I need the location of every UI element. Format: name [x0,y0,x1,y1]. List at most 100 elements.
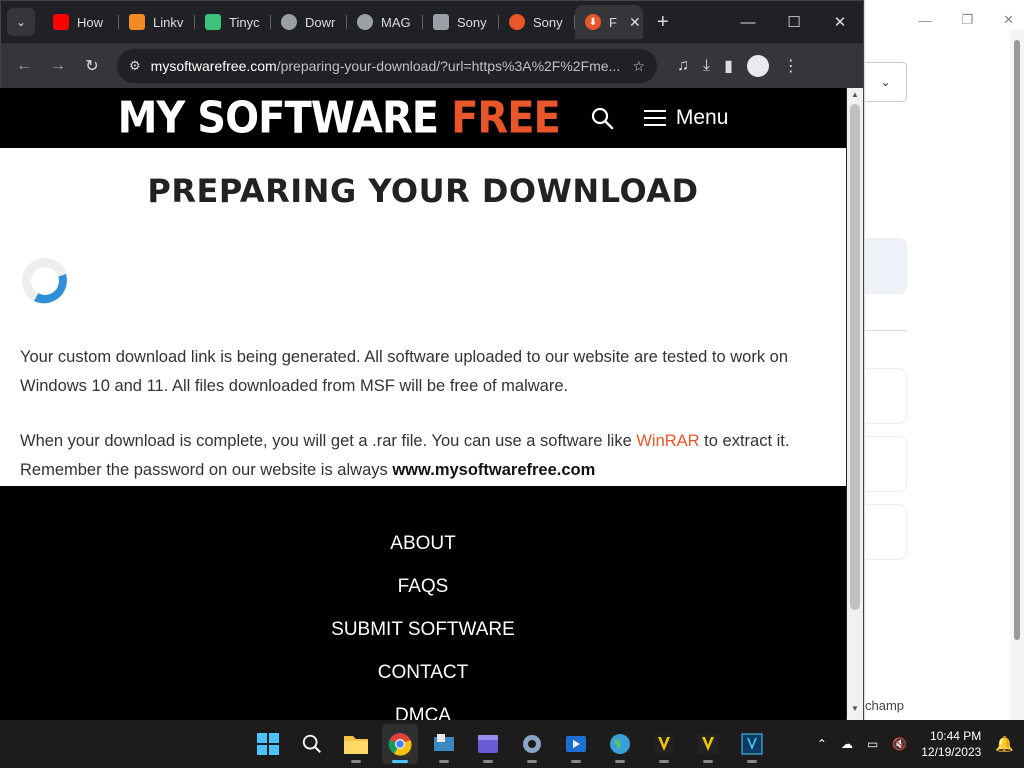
bookmark-star-icon[interactable]: ☆ [632,58,645,75]
browser-toolbar: ← → ↻ ⚙ mysoftwarefree.com/preparing-you… [1,43,863,89]
footer-link[interactable]: DMCA [395,704,451,720]
notification-bell-icon[interactable]: 🔔 [995,735,1014,753]
minimize-button[interactable]: — [725,2,771,42]
clock[interactable]: 10:44 PM 12/19/2023 [921,728,981,760]
tab-search-button[interactable]: ⌄ [7,8,35,36]
tab-item[interactable]: Sony [423,5,499,39]
scrollbar-thumb[interactable] [850,104,860,610]
close-window-button[interactable]: ✕ [817,2,863,42]
globe-icon [357,14,373,30]
loading-spinner-icon [22,258,68,304]
bg-window-titlebar: — ❐ ✕ [865,0,1024,40]
downloads-icon[interactable]: ⤓ [703,57,710,75]
minimize-icon[interactable]: — [918,13,931,28]
footer-link[interactable]: ABOUT [390,532,455,555]
app-video[interactable] [558,724,594,764]
network-icon[interactable]: ▭ [867,737,878,751]
v-app-icon [654,734,674,754]
bg-card [865,436,907,492]
search-icon[interactable] [590,106,614,130]
onedrive-icon[interactable]: ☁ [841,737,853,751]
media-control-icon[interactable]: ♫ [677,57,689,75]
chevron-up-icon[interactable]: ⌃ [817,737,827,751]
back-button[interactable]: ← [9,51,39,81]
info-paragraph: Your custom download link is being gener… [20,348,789,395]
tab-label: Dowr [305,14,336,30]
search-button[interactable] [294,724,330,764]
clock-time: 10:44 PM [929,729,982,743]
tab-active[interactable]: ⬇ F ✕ [575,5,643,39]
footer-link[interactable]: FAQS [398,575,449,598]
page-scrollbar[interactable]: ▲ ▼ [847,88,863,720]
bg-scrollbar[interactable] [1010,30,1024,720]
url-path: /preparing-your-download/?url=https%3A%2… [276,58,621,74]
download-icon: ⬇ [585,14,601,30]
site-logo[interactable]: MY SOFTWARE FREE [118,93,561,144]
instructions-paragraph: When your download is complete, you will… [20,432,790,479]
v-app-icon [698,734,718,754]
system-tray: ⌃ ☁ ▭ 🔇 10:44 PM 12/19/2023 🔔 [817,720,1014,768]
app-settings[interactable] [514,724,550,764]
main-content: PREPARING YOUR DOWNLOAD Your custom down… [0,148,846,485]
globe-app-icon [610,734,630,754]
tab-item[interactable]: MAG [347,5,423,39]
menu-label: Menu [675,106,729,129]
tab-label: Sony [457,14,487,30]
app-clipchamp[interactable] [470,724,506,764]
hamburger-icon [643,110,666,126]
address-bar[interactable]: ⚙ mysoftwarefree.com/preparing-your-down… [117,49,657,83]
search-icon [302,734,321,753]
clapper-icon [478,735,498,753]
maximize-button[interactable]: ☐ [771,2,817,42]
start-button[interactable] [250,724,286,764]
tab-label: How [77,14,104,30]
bg-card [865,504,907,560]
url-host: mysoftwarefree.com [150,58,277,74]
kebab-menu-icon[interactable]: ⋮ [783,56,799,76]
app-v-yellow-2[interactable] [690,724,726,764]
site-info-icon[interactable]: ⚙ [129,58,141,74]
reload-button[interactable]: ↻ [77,51,107,81]
app-globe[interactable] [602,724,638,764]
footer-link[interactable]: SUBMIT SOFTWARE [331,618,515,641]
password-text: www.mysoftwarefree.com [392,461,596,479]
close-icon[interactable]: ✕ [1003,12,1014,28]
app-tool[interactable] [426,724,462,764]
side-panel-icon[interactable]: ▮ [724,56,733,76]
youtube-icon [53,14,69,30]
winrar-link[interactable]: WinRAR [636,432,699,450]
folder-icon [344,736,368,754]
clock-date: 12/19/2023 [921,745,982,759]
footer-link[interactable]: CONTACT [378,661,468,684]
taskbar: ⌃ ☁ ▭ 🔇 10:44 PM 12/19/2023 🔔 [0,720,1024,768]
file-explorer-app[interactable] [338,724,374,764]
profile-avatar[interactable] [746,55,769,77]
tab-item[interactable]: Sony [499,5,575,39]
app-v-yellow-1[interactable] [646,724,682,764]
volume-mute-icon[interactable]: 🔇 [892,737,907,751]
page-title: PREPARING YOUR DOWNLOAD [147,172,699,210]
tab-item[interactable]: Linkv [119,5,195,39]
tab-item[interactable]: Dowr [271,5,347,39]
tab-item[interactable]: Tinyc [195,5,271,39]
chrome-app[interactable] [382,724,418,764]
restore-icon[interactable]: ❐ [961,12,973,28]
tab-item[interactable]: How [43,5,119,39]
scroll-down-icon[interactable]: ▼ [847,704,863,718]
site-header: MY SOFTWARE FREE Menu [0,88,846,148]
download-icon [509,14,525,30]
scroll-up-icon[interactable]: ▲ [847,90,863,104]
new-tab-button[interactable]: + [657,11,669,34]
v-app-icon [741,733,763,755]
window-controls: — ☐ ✕ [725,2,863,42]
globe-icon [281,14,297,30]
menu-button[interactable]: Menu [643,106,729,130]
app-v-blue[interactable] [734,724,770,764]
close-tab-icon[interactable]: ✕ [629,14,641,31]
tab-strip: ⌄ How Linkv Tinyc Dowr MAG Sony Sony ⬇ F ✕ + —… [1,1,863,43]
chevron-down-icon[interactable]: ⌄ [865,62,907,102]
tab-label: Tinyc [229,14,260,30]
bg-card [865,368,907,424]
forward-button[interactable]: → [43,51,73,81]
chrome-icon [388,733,412,756]
